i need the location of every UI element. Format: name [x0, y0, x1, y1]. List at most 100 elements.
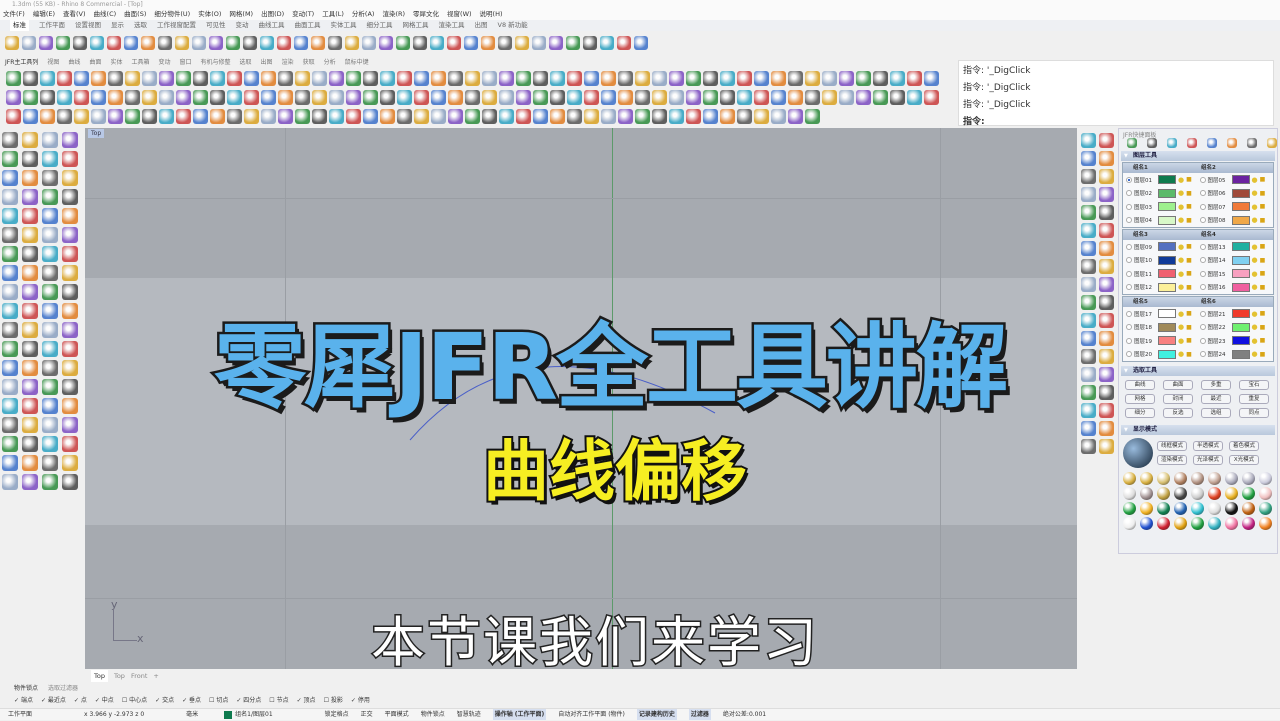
- tool-icon[interactable]: [22, 303, 38, 319]
- tool-icon[interactable]: [2, 246, 18, 262]
- layer-item[interactable]: 图层11 ● ■: [1126, 269, 1200, 279]
- tool-icon[interactable]: [686, 109, 701, 124]
- material-ball[interactable]: [1140, 517, 1153, 530]
- layer-color-swatch[interactable]: [1231, 282, 1250, 292]
- toolbar-tab[interactable]: 显示: [111, 20, 124, 31]
- tool-icon[interactable]: [22, 189, 38, 205]
- tool-icon[interactable]: [142, 90, 157, 105]
- tool-icon[interactable]: [158, 36, 172, 50]
- tool-icon[interactable]: [56, 36, 70, 50]
- tool-icon[interactable]: [669, 90, 684, 105]
- tool-icon[interactable]: [62, 284, 78, 300]
- tool-icon[interactable]: [720, 90, 735, 105]
- tool-icon[interactable]: [244, 109, 259, 124]
- tool-icon[interactable]: [22, 360, 38, 376]
- lightbulb-icon[interactable]: ●: [1252, 176, 1258, 184]
- layer-color-swatch[interactable]: [1231, 309, 1250, 319]
- material-ball[interactable]: [1225, 517, 1238, 530]
- lock-icon[interactable]: ■: [1186, 310, 1192, 317]
- lightbulb-icon[interactable]: ●: [1178, 337, 1184, 345]
- menu-item[interactable]: 渲染(R): [382, 9, 405, 20]
- tool-icon[interactable]: [431, 109, 446, 124]
- tool-icon[interactable]: [22, 227, 38, 243]
- tool-icon[interactable]: [91, 71, 106, 86]
- tool-icon[interactable]: [396, 36, 410, 50]
- tool-icon[interactable]: [1081, 169, 1096, 184]
- lock-icon[interactable]: ■: [1260, 270, 1266, 277]
- osnap-option[interactable]: ✓ 中点: [95, 695, 114, 706]
- tool-icon[interactable]: [142, 71, 157, 86]
- osnap-option[interactable]: ☐ 切点: [209, 695, 228, 706]
- material-ball[interactable]: [1140, 487, 1153, 500]
- tool-icon[interactable]: [720, 109, 735, 124]
- tool-icon[interactable]: [42, 398, 58, 414]
- tool-icon[interactable]: [397, 109, 412, 124]
- tool-icon[interactable]: [2, 151, 18, 167]
- tool-icon[interactable]: [1081, 223, 1096, 238]
- tool-icon[interactable]: [22, 284, 38, 300]
- checkbox[interactable]: ✓: [95, 697, 102, 704]
- viewport-tab[interactable]: Top: [91, 670, 108, 682]
- layer-radio[interactable]: [1126, 257, 1132, 264]
- layer-radio[interactable]: [1199, 337, 1206, 344]
- lightbulb-icon[interactable]: ●: [1178, 350, 1184, 358]
- material-ball[interactable]: [1242, 472, 1255, 485]
- layer-radio[interactable]: [1126, 337, 1132, 344]
- select-button[interactable]: 同点: [1239, 408, 1269, 418]
- tool-icon[interactable]: [23, 109, 38, 124]
- layer-item[interactable]: 图层20 ● ■: [1126, 349, 1200, 359]
- tool-icon[interactable]: [1081, 277, 1096, 292]
- tool-icon[interactable]: [107, 36, 121, 50]
- tool-icon[interactable]: [771, 90, 786, 105]
- cplane-label[interactable]: 工作平面: [8, 709, 32, 720]
- checkbox[interactable]: ✓: [351, 697, 358, 704]
- jfr-tab[interactable]: 有机与修整: [201, 58, 231, 68]
- tool-icon[interactable]: [771, 71, 786, 86]
- menu-item[interactable]: 查看(V): [63, 9, 86, 20]
- tool-icon[interactable]: [380, 109, 395, 124]
- tool-icon[interactable]: [397, 71, 412, 86]
- tool-icon[interactable]: [22, 417, 38, 433]
- tool-icon[interactable]: [856, 71, 871, 86]
- tool-icon[interactable]: [278, 90, 293, 105]
- tool-icon[interactable]: [567, 71, 582, 86]
- tool-icon[interactable]: [22, 322, 38, 338]
- lightbulb-icon[interactable]: ●: [1252, 270, 1258, 278]
- toolbar-tab[interactable]: 选取: [134, 20, 147, 31]
- material-ball[interactable]: [1123, 472, 1136, 485]
- units[interactable]: 毫米: [186, 709, 198, 720]
- tool-icon[interactable]: [2, 379, 18, 395]
- tool-icon[interactable]: [822, 90, 837, 105]
- tool-icon[interactable]: [652, 71, 667, 86]
- layer-color-swatch[interactable]: [1231, 175, 1250, 185]
- tool-icon[interactable]: [1207, 138, 1217, 148]
- tool-icon[interactable]: [652, 90, 667, 105]
- osnap-option[interactable]: ☐ 投影: [324, 695, 343, 706]
- layer-radio[interactable]: [1199, 284, 1206, 291]
- tool-icon[interactable]: [1099, 259, 1114, 274]
- tool-icon[interactable]: [74, 109, 89, 124]
- layer-item[interactable]: 图层03 ● ■: [1126, 202, 1200, 212]
- tool-icon[interactable]: [1081, 241, 1096, 256]
- tool-icon[interactable]: [363, 71, 378, 86]
- tool-icon[interactable]: [1081, 151, 1096, 166]
- tool-icon[interactable]: [669, 71, 684, 86]
- lock-icon[interactable]: ■: [1186, 203, 1192, 210]
- checkbox[interactable]: ✓: [74, 697, 81, 704]
- tool-icon[interactable]: [481, 36, 495, 50]
- tool-icon[interactable]: [1099, 367, 1114, 382]
- tool-icon[interactable]: [584, 90, 599, 105]
- lightbulb-icon[interactable]: ●: [1252, 203, 1258, 211]
- filter-toggle[interactable]: 过滤器: [688, 709, 711, 720]
- tool-icon[interactable]: [737, 90, 752, 105]
- tool-icon[interactable]: [42, 208, 58, 224]
- tool-icon[interactable]: [346, 71, 361, 86]
- tool-icon[interactable]: [1081, 349, 1096, 364]
- display-mode-button[interactable]: X光模式: [1229, 455, 1259, 465]
- layer-radio[interactable]: [1199, 324, 1206, 331]
- tool-icon[interactable]: [856, 90, 871, 105]
- tool-icon[interactable]: [924, 90, 939, 105]
- display-mode-button[interactable]: 线框模式: [1157, 441, 1187, 451]
- material-ball[interactable]: [1225, 502, 1238, 515]
- tool-icon[interactable]: [6, 109, 21, 124]
